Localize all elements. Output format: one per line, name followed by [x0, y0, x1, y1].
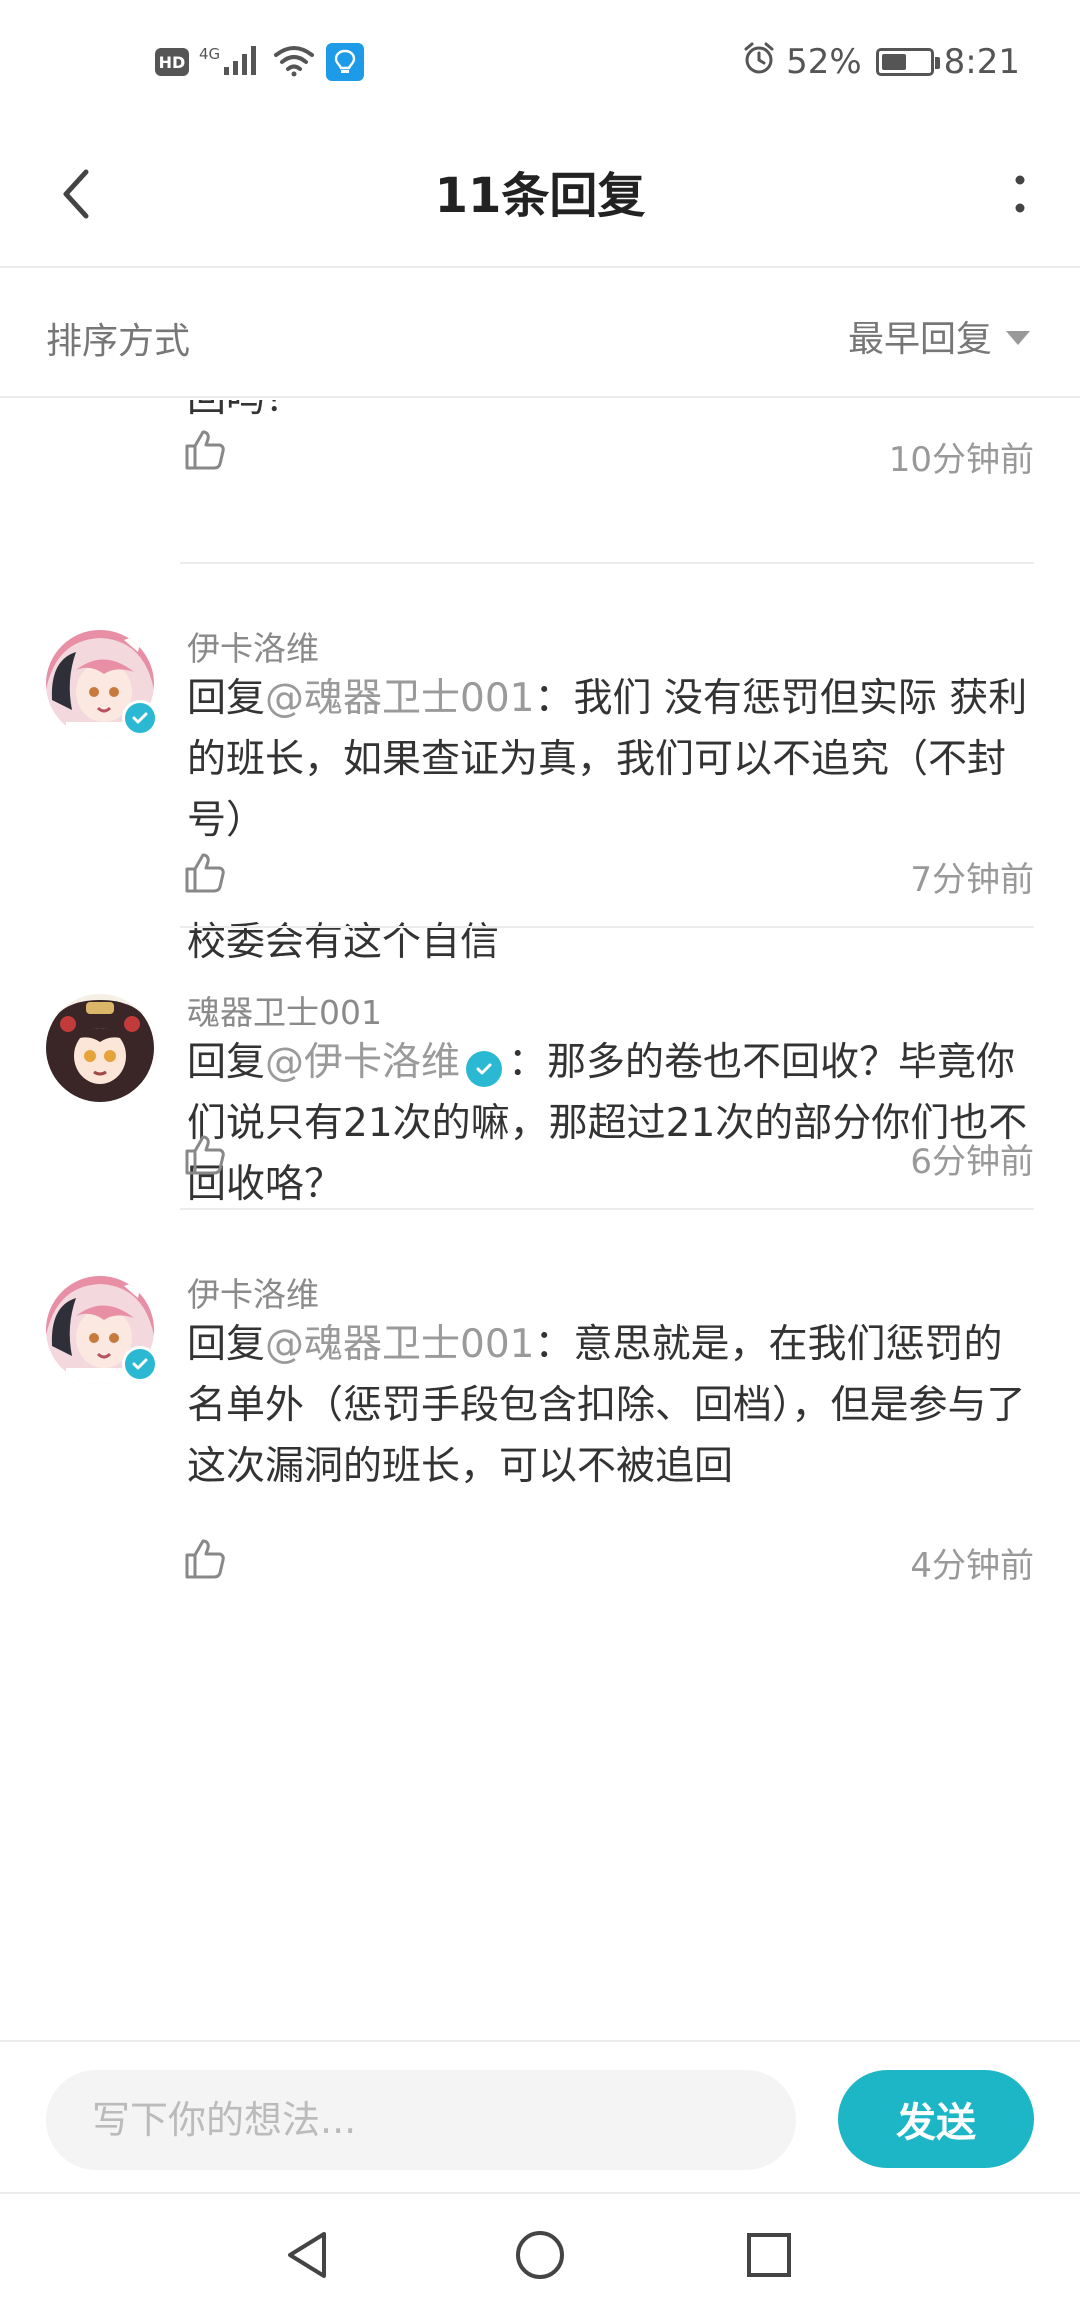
status-right-group: 52% 8:21: [742, 38, 1020, 86]
comment-composer: 发送: [0, 2040, 1080, 2190]
page-title: 11条回复: [434, 168, 646, 224]
reply-time: 7分钟前: [910, 860, 1034, 900]
wifi-icon: [272, 43, 316, 81]
like-button[interactable]: [180, 1130, 230, 1180]
thumbs-up-icon: [185, 853, 225, 893]
avatar[interactable]: [46, 630, 158, 738]
nav-back-button[interactable]: [272, 2220, 342, 2290]
sort-selected-value: 最早回复: [847, 319, 992, 360]
reply-author[interactable]: 伊卡洛维: [187, 622, 319, 670]
status-bar: HD 4G 52% 8:21: [0, 0, 1080, 120]
mention-link[interactable]: @魂器卫士001: [265, 1322, 534, 1367]
avatar[interactable]: [46, 1276, 158, 1384]
thumbs-up-icon: [185, 1135, 225, 1175]
lightbulb-app-icon: [326, 43, 365, 81]
sort-label: 排序方式: [46, 321, 191, 362]
reply-time: 4分钟前: [910, 1546, 1034, 1586]
reply-body: 回复@伊卡洛维 ：那多的卷也不回收？毕竟你们说只有21次的嘛，那超过21次的部分你…: [187, 1032, 1034, 1215]
reply-time: 10分钟前: [888, 440, 1034, 480]
reply-author[interactable]: 伊卡洛维: [187, 1268, 319, 1316]
nav-home-button[interactable]: [505, 2220, 575, 2290]
battery-icon: [875, 48, 940, 76]
network-type-label: 4G: [199, 45, 221, 63]
reply-list[interactable]: 回吗？ 10分钟前: [0, 400, 1080, 2040]
reply-item: 魂器卫士001 回复@伊卡洛维 ：那多的卷也不回收？毕竟你们说只有21次的嘛，那超…: [0, 928, 1080, 1210]
reply-prefix: 回复: [187, 676, 266, 721]
mention-link[interactable]: @伊卡洛维: [265, 1040, 460, 1085]
verified-badge-icon: [122, 1346, 158, 1382]
circle-home-icon: [516, 2231, 564, 2279]
like-button[interactable]: [180, 425, 230, 475]
triangle-back-icon: [288, 2232, 326, 2278]
sort-bar: 排序方式 最早回复: [0, 270, 1080, 398]
like-button[interactable]: [180, 848, 230, 898]
clock-time: 8:21: [943, 42, 1020, 82]
nav-recents-button[interactable]: [734, 2220, 804, 2290]
avatar-anime-dark-hair-icon: [46, 994, 154, 1102]
more-options-button[interactable]: [990, 154, 1050, 234]
hd-badge: HD: [155, 48, 189, 76]
dropdown-arrow-icon: [1006, 331, 1030, 345]
like-button[interactable]: [180, 1534, 230, 1584]
battery-percent: 52%: [786, 42, 862, 82]
status-left-group: HD 4G: [155, 40, 365, 84]
system-nav-bar: [0, 2192, 1080, 2310]
thumbs-up-icon: [185, 430, 225, 470]
verified-badge-icon: [122, 700, 158, 736]
comment-input[interactable]: [46, 2070, 796, 2170]
sort-order-dropdown[interactable]: 最早回复: [848, 310, 1030, 362]
title-bar: 11条回复: [0, 120, 1080, 268]
send-button[interactable]: 发送: [838, 2070, 1034, 2168]
reply-prefix: 回复: [187, 1040, 266, 1085]
reply-body: 回复@魂器卫士001：意思就是，在我们惩罚的名单外（惩罚手段包含扣除、回档），但…: [187, 1314, 1034, 1497]
reply-time: 6分钟前: [910, 1142, 1034, 1182]
reply-author[interactable]: 魂器卫士001: [187, 986, 382, 1034]
reply-item: 伊卡洛维 回复@魂器卫士001：意思就是，在我们惩罚的名单外（惩罚手段包含扣除、…: [0, 1210, 1080, 1610]
thumbs-up-icon: [185, 1539, 225, 1579]
reply-body: 回吗？: [187, 400, 1034, 429]
mention-link[interactable]: @魂器卫士001: [265, 676, 534, 721]
reply-item: 伊卡洛维 回复@魂器卫士001：我们 没有惩罚但实际 获利的班长，如果查证为真，…: [0, 564, 1080, 965]
cell-signal-icon: [222, 43, 262, 81]
reply-prefix: 回复: [187, 1322, 266, 1367]
square-recents-icon: [747, 2233, 791, 2277]
battery-level-fill: [881, 54, 906, 70]
avatar[interactable]: [46, 994, 154, 1102]
reply-item: 回吗？ 10分钟前: [0, 400, 1080, 564]
alarm-clock-icon: [742, 41, 776, 84]
more-vertical-icon: [1015, 175, 1025, 213]
verified-badge-icon: [466, 1051, 503, 1087]
